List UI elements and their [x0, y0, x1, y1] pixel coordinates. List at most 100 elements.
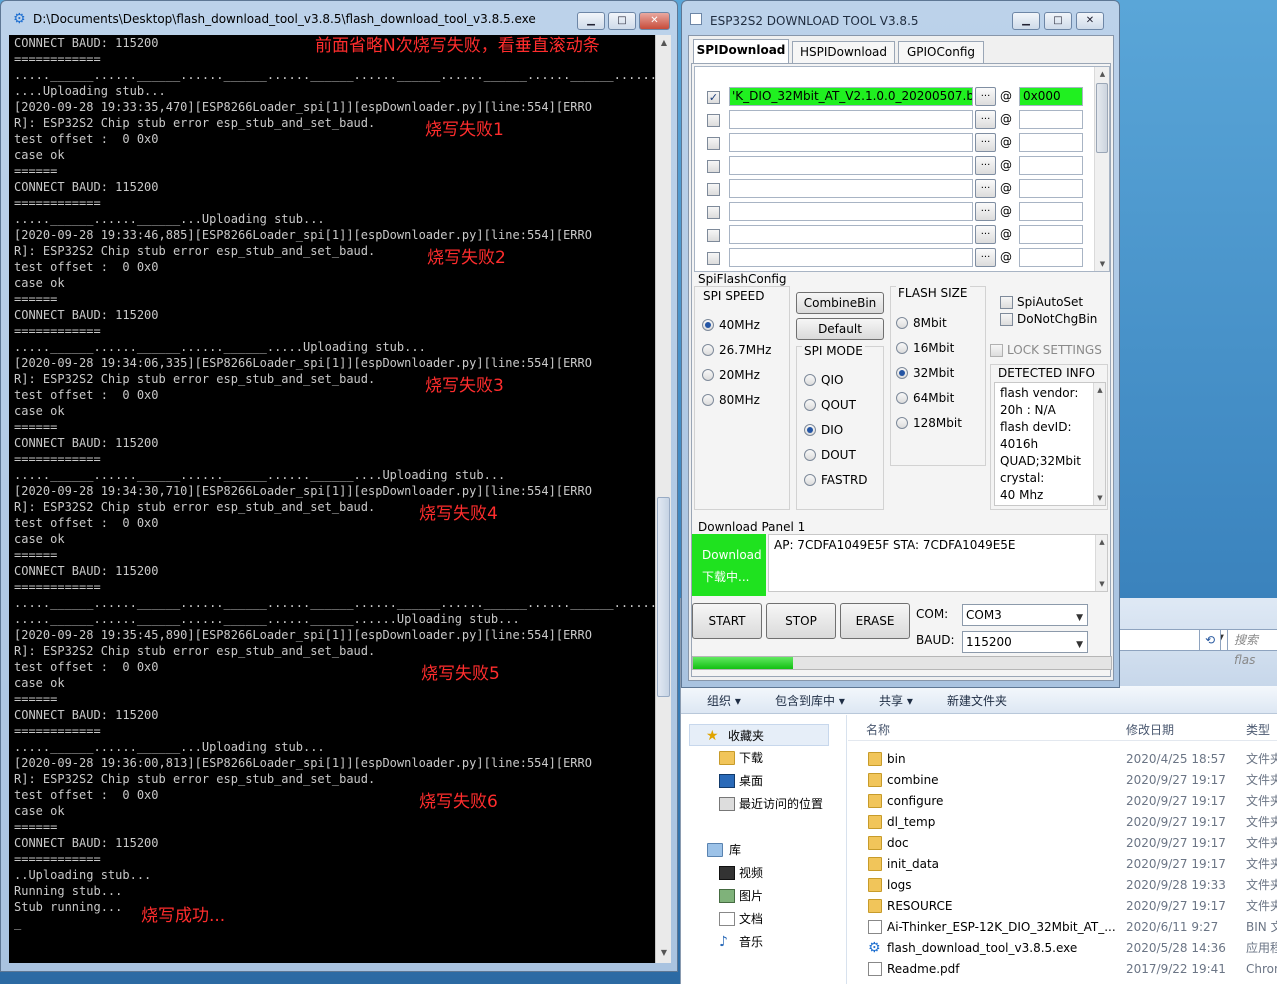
browse-button[interactable]: ... [975, 110, 996, 129]
scroll-down-arrow[interactable]: ▼ [1095, 257, 1110, 271]
radio-button[interactable] [702, 344, 714, 356]
erase-button[interactable]: ERASE [840, 603, 910, 639]
file-path-input[interactable] [729, 156, 973, 175]
minimize-button[interactable]: ▁ [577, 12, 605, 30]
refresh-icon[interactable]: ⟲ [1199, 629, 1221, 651]
flash-address-input[interactable] [1019, 179, 1083, 198]
chevron-down-icon[interactable]: ▼ [1076, 608, 1083, 628]
radio-button[interactable] [896, 392, 908, 404]
flash-address-input[interactable] [1019, 225, 1083, 244]
scroll-down-arrow[interactable]: ▼ [656, 945, 672, 961]
file-row[interactable]: RESOURCE 2020/9/27 19:17 文件夹 [848, 896, 1277, 917]
search-input[interactable]: 搜索 flas [1227, 629, 1277, 667]
radio-button[interactable] [702, 394, 714, 406]
nav-music[interactable]: ♪ 音乐 [681, 931, 847, 953]
nav-downloads[interactable]: 下载 [681, 747, 847, 769]
file-list-scrollbar[interactable]: ▲ ▼ [1094, 67, 1109, 271]
new-folder-button[interactable]: 新建文件夹 [947, 692, 1007, 709]
radio-button[interactable] [702, 319, 714, 331]
scroll-up-arrow[interactable]: ▲ [656, 35, 672, 51]
console-titlebar[interactable]: ⚙ D:\Documents\Desktop\flash_download_to… [1, 1, 677, 35]
file-enable-checkbox[interactable]: ✓ [707, 91, 720, 104]
nav-desktop[interactable]: 桌面 [681, 770, 847, 792]
file-enable-checkbox[interactable] [707, 160, 720, 173]
baud-select[interactable]: 115200 ▼ [962, 631, 1088, 653]
file-enable-checkbox[interactable] [707, 206, 720, 219]
close-button[interactable]: ✕ [1076, 12, 1104, 30]
radio-button[interactable] [804, 474, 816, 486]
radio-button[interactable] [804, 449, 816, 461]
browse-button[interactable]: ... [975, 202, 996, 221]
scroll-down-arrow[interactable]: ▼ [1096, 577, 1108, 591]
flash-address-input[interactable]: 0x000 [1019, 87, 1083, 106]
file-path-input[interactable] [729, 248, 973, 267]
radio-button[interactable] [702, 369, 714, 381]
detected-info-box[interactable]: ▲ ▼ flash vendor: 20h : N/A flash devID: 40… [994, 382, 1106, 506]
file-row[interactable]: configure 2020/9/27 19:17 文件夹 [848, 791, 1277, 812]
maximize-button[interactable]: □ [608, 12, 636, 30]
file-path-input[interactable] [729, 225, 973, 244]
radio-button[interactable] [896, 342, 908, 354]
file-row[interactable]: bin 2020/4/25 18:57 文件夹 [848, 749, 1277, 770]
console-scrollbar[interactable]: ▲ ▼ [655, 35, 671, 963]
file-path-input[interactable] [729, 179, 973, 198]
flash-address-input[interactable] [1019, 110, 1083, 129]
file-row[interactable]: doc 2020/9/27 19:17 文件夹 [848, 833, 1277, 854]
nav-video[interactable]: 视频 [681, 862, 847, 884]
scroll-up-arrow[interactable]: ▲ [1094, 383, 1106, 397]
organize-menu[interactable]: 组织 ▾ [707, 692, 741, 709]
nav-recent-places[interactable]: 最近访问的位置 [681, 793, 847, 815]
scroll-thumb[interactable] [657, 497, 670, 697]
file-path-input[interactable] [729, 110, 973, 129]
file-enable-checkbox[interactable] [707, 183, 720, 196]
minimize-button[interactable]: ▁ [1012, 12, 1040, 30]
tab-spidownload[interactable]: SPIDownload [693, 39, 789, 64]
nav-pictures[interactable]: 图片 [681, 885, 847, 907]
file-enable-checkbox[interactable] [707, 252, 720, 265]
file-row[interactable]: combine 2020/9/27 19:17 文件夹 [848, 770, 1277, 791]
nav-libraries[interactable]: 库 [681, 839, 847, 861]
tab-gpioconfig[interactable]: GPIOConfig [898, 41, 984, 63]
maximize-button[interactable]: □ [1044, 12, 1072, 30]
file-enable-checkbox[interactable] [707, 229, 720, 242]
scroll-up-arrow[interactable]: ▲ [1095, 67, 1110, 81]
flash-address-input[interactable] [1019, 202, 1083, 221]
checkbox-box[interactable] [1000, 296, 1013, 309]
checkbox-box[interactable] [1000, 313, 1013, 326]
detected-info-scrollbar[interactable]: ▲ ▼ [1093, 383, 1105, 505]
console-output[interactable]: CONNECT BAUD: 115200 ============ .....___… [9, 35, 655, 963]
com-select[interactable]: COM3 ▼ [962, 604, 1088, 626]
file-path-input[interactable] [729, 202, 973, 221]
flash-address-input[interactable] [1019, 156, 1083, 175]
checkbox-box[interactable] [990, 344, 1003, 357]
radio-button[interactable] [804, 399, 816, 411]
browse-button[interactable]: ... [975, 248, 996, 267]
download-info-box[interactable]: AP: 7CDFA1049E5F STA: 7CDFA1049E5E ▲ ▼ [768, 534, 1108, 592]
column-date[interactable]: 修改日期 [1126, 721, 1174, 738]
file-enable-checkbox[interactable] [707, 137, 720, 150]
tool-titlebar[interactable]: ESP32S2 DOWNLOAD TOOL V3.8.5 ▁ □ ✕ [682, 1, 1119, 35]
column-type[interactable]: 类型 [1246, 721, 1270, 738]
browse-button[interactable]: ... [975, 156, 996, 175]
browse-button[interactable]: ... [975, 87, 996, 106]
scroll-down-arrow[interactable]: ▼ [1094, 491, 1106, 505]
browse-button[interactable]: ... [975, 133, 996, 152]
file-row[interactable]: logs 2020/9/28 19:33 文件夹 [848, 875, 1277, 896]
flash-address-input[interactable] [1019, 133, 1083, 152]
file-row[interactable]: Readme.pdf 2017/9/22 19:41 Chron [848, 959, 1277, 980]
radio-button[interactable] [896, 367, 908, 379]
nav-favorites[interactable]: ★ 收藏夹 [689, 724, 829, 746]
file-path-input[interactable] [729, 133, 973, 152]
file-row[interactable]: ⚙ flash_download_tool_v3.8.5.exe 2020/5/28… [848, 938, 1277, 959]
file-row[interactable]: dl_temp 2020/9/27 19:17 文件夹 [848, 812, 1277, 833]
combine-bin-button[interactable]: CombineBin [796, 292, 884, 314]
scroll-up-arrow[interactable]: ▲ [1096, 535, 1108, 549]
nav-documents[interactable]: 文档 [681, 908, 847, 930]
radio-button[interactable] [804, 424, 816, 436]
file-path-input[interactable]: 'K_DIO_32Mbit_AT_V2.1.0.0_20200507.bin [729, 87, 973, 106]
radio-button[interactable] [804, 374, 816, 386]
download-info-scrollbar[interactable]: ▲ ▼ [1095, 535, 1107, 591]
file-row[interactable]: Ai-Thinker_ESP-12K_DIO_32Mbit_AT_... 2020… [848, 917, 1277, 938]
close-button[interactable]: ✕ [639, 12, 670, 30]
tab-hspidownload[interactable]: HSPIDownload [792, 41, 895, 63]
